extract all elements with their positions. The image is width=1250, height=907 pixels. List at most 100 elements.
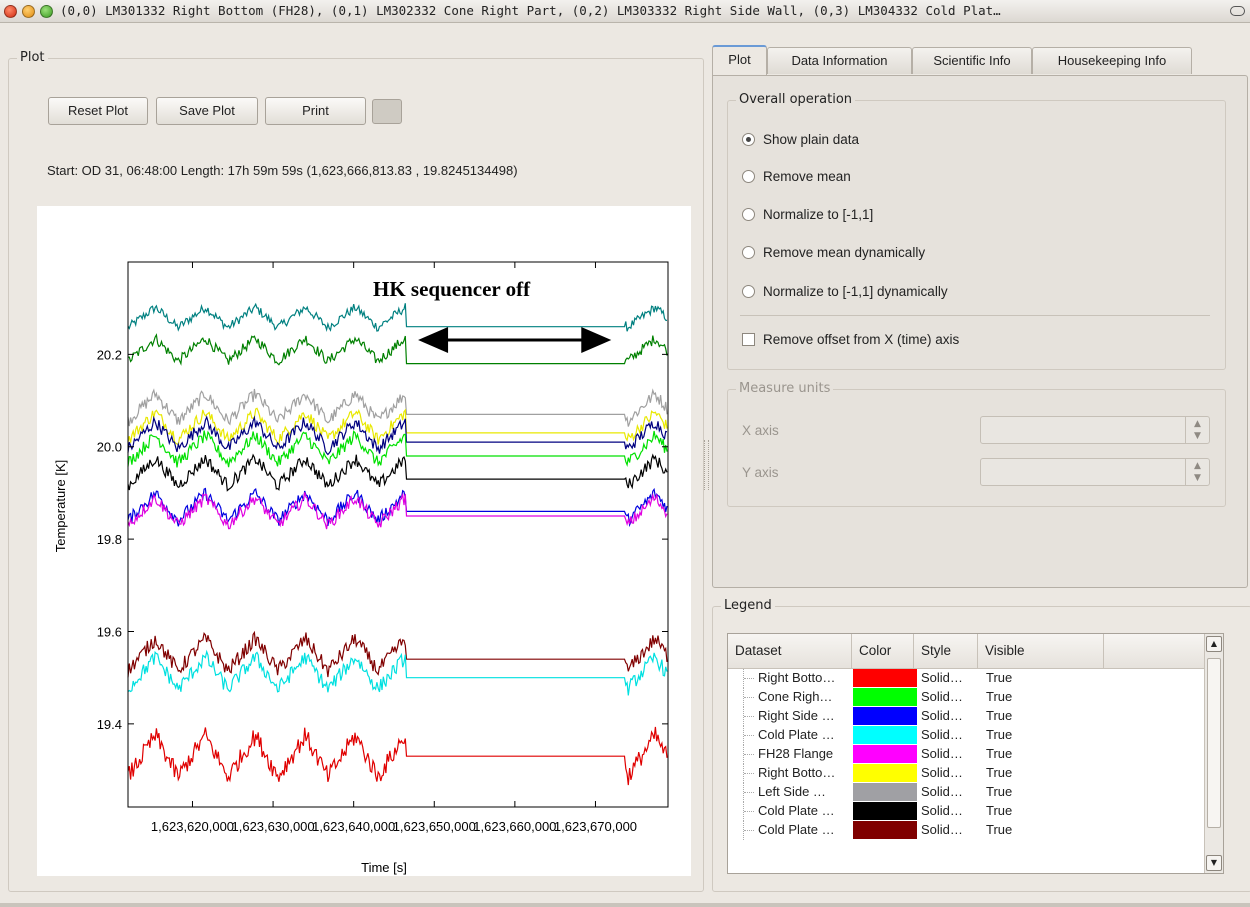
- color-swatch-button[interactable]: [372, 99, 402, 124]
- dataset-color-swatch[interactable]: [853, 745, 917, 763]
- dataset-name: Cold Plate …: [758, 822, 835, 837]
- x-tick-label: 1,623,670,000: [554, 819, 637, 834]
- tree-branch: [743, 726, 758, 745]
- close-window-button[interactable]: [4, 5, 17, 18]
- dataset-color-swatch[interactable]: [853, 764, 917, 782]
- dataset-name: Right Side …: [758, 708, 835, 723]
- legend-table[interactable]: Dataset Color Style Visible Right Botto……: [727, 633, 1224, 874]
- x-axis-label-text: X axis: [742, 423, 779, 438]
- arrow-right-icon: [581, 327, 612, 353]
- minimize-window-button[interactable]: [22, 5, 35, 18]
- dataset-color-swatch[interactable]: [853, 821, 917, 839]
- tree-branch: [743, 764, 758, 783]
- x-tick-label: 1,623,630,000: [232, 819, 315, 834]
- header-visible[interactable]: Visible: [978, 634, 1104, 668]
- plot-info-text: Start: OD 31, 06:48:00 Length: 17h 59m 5…: [47, 163, 518, 178]
- radio-icon[interactable]: [742, 246, 755, 259]
- tab-housekeeping-info[interactable]: Housekeeping Info: [1032, 47, 1192, 74]
- radio-remove-mean[interactable]: Remove mean: [742, 169, 851, 184]
- dataset-style: Solid…: [921, 765, 963, 780]
- x-tick-label: 1,623,650,000: [393, 819, 476, 834]
- dataset-name: FH28 Flange: [758, 746, 834, 761]
- legend-title: Legend: [721, 598, 775, 613]
- dataset-style: Solid…: [921, 784, 963, 799]
- legend-row[interactable]: FH28 Flange Solid… True: [728, 745, 1204, 764]
- legend-row[interactable]: Cone Righ… Solid… True: [728, 688, 1204, 707]
- x-axis-units-select[interactable]: ▲ ▼: [980, 416, 1210, 444]
- arrow-left-icon: [418, 327, 449, 353]
- data-series-line: [127, 649, 668, 696]
- plot-canvas[interactable]: 1,623,620,000 1,623,630,000 1,623,640,000 1…: [37, 206, 691, 876]
- dataset-color-swatch[interactable]: [853, 669, 917, 687]
- x-tick-label: 1,623,660,000: [473, 819, 556, 834]
- radio-icon[interactable]: [742, 208, 755, 221]
- maximize-window-button[interactable]: [40, 5, 53, 18]
- splitter-handle[interactable]: [704, 440, 709, 490]
- updown-icon: ▲ ▼: [1185, 459, 1209, 485]
- dataset-color-swatch[interactable]: [853, 726, 917, 744]
- tree-branch: [743, 669, 758, 688]
- legend-row[interactable]: Cold Plate … Solid… True: [728, 821, 1204, 840]
- radio-remove-mean-dynamically[interactable]: Remove mean dynamically: [742, 245, 925, 260]
- y-tick-label: 19.6: [97, 624, 122, 639]
- dataset-color-swatch[interactable]: [853, 783, 917, 801]
- header-style[interactable]: Style: [914, 634, 978, 668]
- data-series-line: [127, 302, 668, 333]
- dataset-color-swatch[interactable]: [853, 802, 917, 820]
- scroll-down-icon[interactable]: ▼: [1206, 855, 1222, 871]
- radio-icon[interactable]: [742, 170, 755, 183]
- legend-header: Dataset Color Style Visible: [728, 634, 1204, 669]
- y-axis-units-select[interactable]: ▲ ▼: [980, 458, 1210, 486]
- checkbox-icon[interactable]: [742, 333, 755, 346]
- print-button[interactable]: Print: [265, 97, 366, 125]
- y-tick-label: 19.4: [97, 717, 122, 732]
- tree-branch: [743, 802, 758, 821]
- scroll-thumb[interactable]: [1207, 658, 1221, 828]
- data-series-line: [127, 453, 668, 492]
- legend-row[interactable]: Right Side … Solid… True: [728, 707, 1204, 726]
- dataset-style: Solid…: [921, 689, 963, 704]
- legend-scrollbar[interactable]: ▲ ▼: [1204, 634, 1223, 873]
- dataset-name: Cold Plate …: [758, 727, 835, 742]
- legend-row[interactable]: Right Botto… Solid… True: [728, 669, 1204, 688]
- dataset-name: Right Botto…: [758, 670, 836, 685]
- data-series-line: [127, 726, 668, 786]
- tab-plot[interactable]: Plot: [712, 45, 767, 75]
- save-plot-button[interactable]: Save Plot: [156, 97, 258, 125]
- dataset-visible: True: [986, 708, 1013, 723]
- shade-window-icon[interactable]: [1230, 6, 1245, 16]
- dataset-visible: True: [986, 689, 1013, 704]
- radio-icon[interactable]: [742, 285, 755, 298]
- radio-selected-icon[interactable]: [742, 133, 755, 146]
- scroll-up-icon[interactable]: ▲: [1206, 636, 1222, 652]
- y-axis-label-text: Y axis: [742, 465, 779, 480]
- remove-offset-checkbox[interactable]: Remove offset from X (time) axis: [742, 332, 959, 347]
- radio-normalize[interactable]: Normalize to [-1,1]: [742, 207, 873, 222]
- y-tick-label: 19.8: [97, 532, 122, 547]
- window-titlebar[interactable]: (0,0) LM301332 Right Bottom (FH28), (0,1…: [0, 0, 1250, 23]
- reset-plot-button[interactable]: Reset Plot: [48, 97, 148, 125]
- tab-data-information[interactable]: Data Information: [767, 47, 912, 74]
- window-title: (0,0) LM301332 Right Bottom (FH28), (0,1…: [60, 3, 1001, 18]
- legend-row[interactable]: Cold Plate … Solid… True: [728, 726, 1204, 745]
- x-tick-label: 1,623,620,000: [151, 819, 234, 834]
- header-dataset[interactable]: Dataset: [728, 634, 852, 668]
- dataset-color-swatch[interactable]: [853, 707, 917, 725]
- dataset-style: Solid…: [921, 708, 963, 723]
- data-series-line: [127, 388, 668, 427]
- dataset-visible: True: [986, 784, 1013, 799]
- dataset-color-swatch[interactable]: [853, 688, 917, 706]
- radio-show-plain-data[interactable]: Show plain data: [742, 132, 859, 147]
- temperature-chart[interactable]: 1,623,620,0001,623,630,0001,623,640,0001…: [37, 206, 691, 876]
- dataset-style: Solid…: [921, 822, 963, 837]
- dataset-visible: True: [986, 746, 1013, 761]
- tab-scientific-info[interactable]: Scientific Info: [912, 47, 1032, 74]
- dataset-name: Cold Plate …: [758, 803, 835, 818]
- legend-row[interactable]: Cold Plate … Solid… True: [728, 802, 1204, 821]
- legend-row[interactable]: Left Side … Solid… True: [728, 783, 1204, 802]
- header-color[interactable]: Color: [852, 634, 914, 668]
- plot-group-title: Plot: [17, 50, 48, 65]
- tree-branch: [743, 821, 758, 840]
- legend-row[interactable]: Right Botto… Solid… True: [728, 764, 1204, 783]
- radio-normalize-dynamically[interactable]: Normalize to [-1,1] dynamically: [742, 284, 948, 299]
